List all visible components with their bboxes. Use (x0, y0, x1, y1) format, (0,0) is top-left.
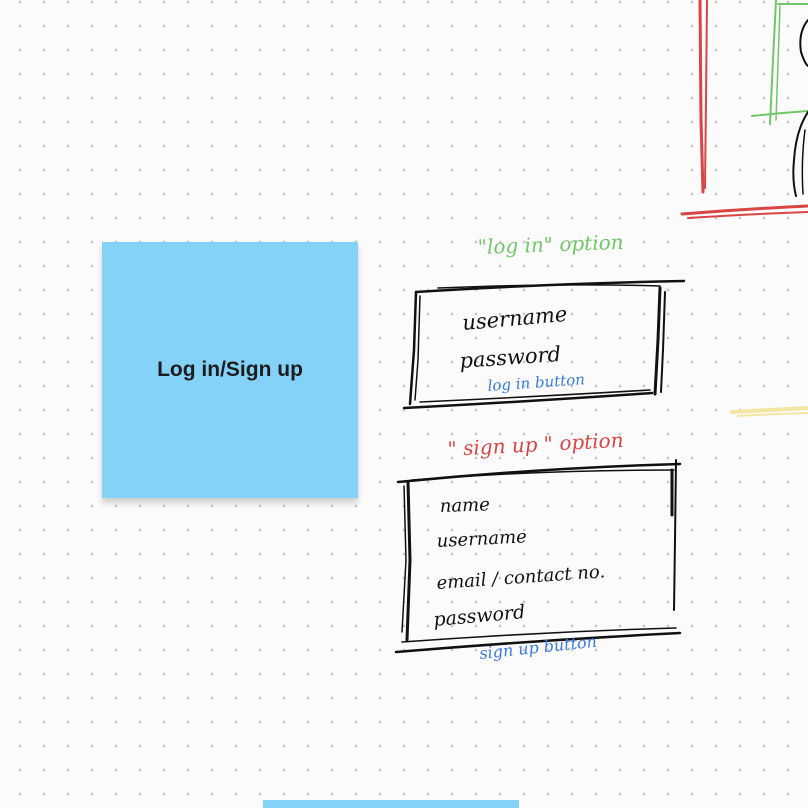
login-sketch-heading: "log in" option (477, 230, 624, 259)
signup-wireframe-sketch[interactable]: " sign up " option name username email /… (394, 428, 682, 663)
login-sketch-button-label: log in button (487, 370, 585, 395)
wireframe-sketch-top-right[interactable] (680, 0, 808, 417)
signup-sketch-field-username: username (436, 526, 527, 552)
whiteboard-canvas[interactable]: Log in/Sign up "log in" option username … (0, 0, 808, 808)
login-sketch-field-password: password (459, 342, 562, 373)
ink-layer: "log in" option username password log in… (394, 0, 808, 663)
login-sketch-field-username: username (461, 302, 568, 335)
signup-sketch-field-name: name (439, 494, 490, 517)
login-wireframe-sketch[interactable]: "log in" option username password log in… (402, 230, 686, 410)
signup-sketch-field-email-contact: email / contact no. (436, 561, 606, 594)
signup-sketch-heading: " sign up " option (447, 428, 624, 461)
signup-sketch-field-password: password (433, 601, 527, 631)
